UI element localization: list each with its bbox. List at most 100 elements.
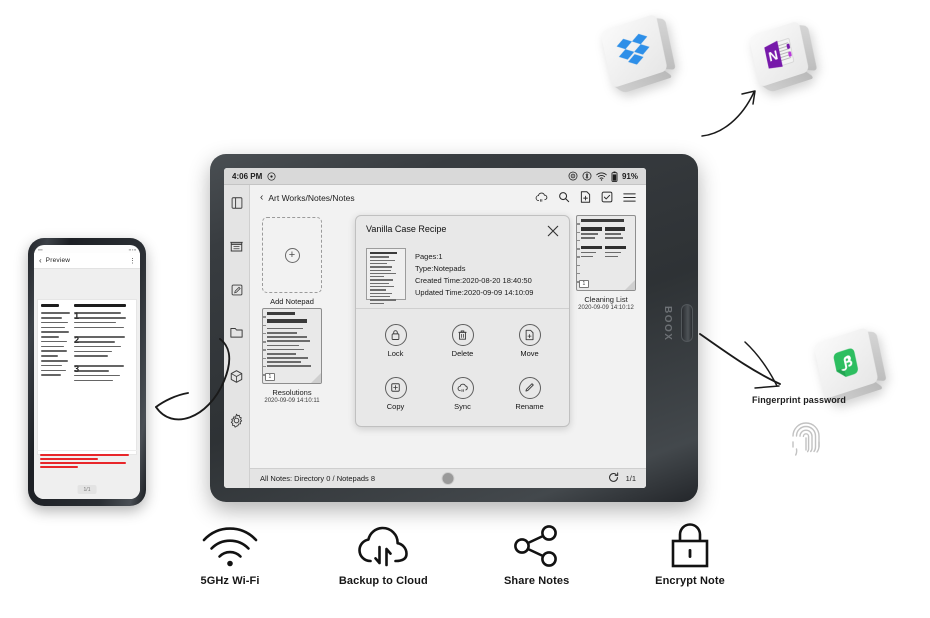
feature-label: Share Notes [504, 575, 570, 587]
phone-status-bar: ▪▪▪▪ ▪▪ ▪ ▪▪ [38, 246, 136, 252]
new-note-icon[interactable] [580, 191, 591, 205]
notes-grid: + Add Notepad 1 Resolutions 2020-09-09 1… [250, 211, 646, 468]
action-label: Move [520, 349, 539, 359]
share-icon [513, 524, 561, 568]
action-copy[interactable]: Copy [362, 368, 429, 421]
spiral-binding [577, 220, 580, 286]
action-delete[interactable]: Delete [429, 315, 496, 368]
close-icon[interactable] [547, 224, 559, 242]
phone-header-title: Preview [45, 257, 71, 264]
action-sync[interactable]: Sync [429, 368, 496, 421]
refresh-icon[interactable] [608, 472, 619, 485]
action-lock[interactable]: Lock [362, 315, 429, 368]
refresh-mode-icon[interactable] [568, 171, 578, 181]
tablet-sidebar [224, 185, 250, 488]
select-icon[interactable] [601, 191, 613, 205]
note-item-cleaning-list[interactable]: 1 Cleaning List 2020-09-09 14:10:12 [574, 215, 638, 311]
copy-icon [384, 376, 407, 399]
tablet-status-bar: 4:06 PM 91% [224, 168, 646, 185]
note-left-column [41, 304, 74, 450]
action-label: Delete [451, 349, 474, 359]
note-right-column: 1 2 [74, 304, 133, 450]
pencil-icon [518, 376, 541, 399]
dialog-actions: Lock Delete Move Copy Sync Rename [356, 315, 569, 426]
notes-browser: ‹ Art Works/Notes/Notes + Add Notepad 1 … [250, 185, 646, 488]
feature-row: 5GHz Wi-Fi Backup to Cloud Share Notes E… [160, 523, 760, 587]
action-move[interactable]: Move [496, 315, 563, 368]
wifi-icon[interactable] [596, 172, 607, 181]
onenote-cube[interactable]: N [748, 20, 818, 93]
action-label: Sync [454, 401, 471, 411]
feature-share: Share Notes [467, 524, 607, 587]
spiral-binding [263, 313, 266, 379]
chevron-left-icon[interactable]: ‹ [39, 256, 42, 265]
phone-note-preview: 1 2 [34, 269, 140, 499]
evernote-cube[interactable] [813, 326, 887, 404]
arrow-tablet-to-fingerprint [699, 333, 781, 389]
feature-label: 5GHz Wi-Fi [200, 575, 260, 587]
feature-label: Encrypt Note [655, 575, 725, 587]
meta-pages: Pages:1 [415, 251, 443, 261]
status-time: 4:06 PM [232, 171, 263, 181]
feature-backup: Backup to Cloud [313, 524, 453, 587]
lock-icon [669, 523, 711, 568]
sidebar-item-apps[interactable] [229, 369, 244, 389]
sidebar-item-store[interactable] [229, 239, 244, 259]
plus-icon: + [284, 247, 300, 263]
feature-label: Backup to Cloud [338, 575, 428, 587]
breadcrumb-path[interactable]: Art Works/Notes/Notes [268, 193, 354, 203]
footer-status: All Notes: Directory 0 / Notepads 8 [260, 474, 376, 483]
list-view-icon[interactable] [623, 192, 636, 205]
footer-page-indicator: 1/1 [625, 474, 636, 483]
tablet-footer: All Notes: Directory 0 / Notepads 8 1/1 [250, 468, 646, 488]
handwritten-note-page: 1 2 [37, 299, 137, 455]
action-label: Rename [515, 401, 544, 411]
note-date: 2020-09-09 14:10:11 [264, 398, 320, 404]
note-thumbnail[interactable]: 1 [262, 308, 322, 384]
sidebar-item-notes[interactable] [230, 283, 244, 302]
cloud-sync-icon [451, 376, 474, 399]
scene: ▪▪▪▪ ▪▪ ▪ ▪▪ ‹ Preview ⋮ 1/1 BOOX 4:06 P… [0, 0, 930, 618]
add-notepad-thumbnail[interactable]: + [262, 217, 322, 293]
bluetooth-icon[interactable] [582, 171, 592, 181]
page-count-badge: 1 [265, 373, 275, 381]
thumbnail-lines [370, 252, 402, 304]
dialog-note-thumbnail [366, 248, 406, 304]
phone-app-bar: ‹ Preview ⋮ [34, 253, 140, 269]
note-thumbnail[interactable]: 1 [576, 215, 636, 291]
meta-updated: Updated Time:2020-09-09 14:10:09 [415, 287, 534, 297]
lock-icon [384, 324, 407, 347]
fingerprint-icon [791, 418, 821, 463]
phone-device: ▪▪▪▪ ▪▪ ▪ ▪▪ ‹ Preview ⋮ 1/1 [28, 238, 146, 506]
note-annotations [37, 450, 137, 473]
meta-created: Created Time:2020-08-20 18:40:50 [415, 275, 532, 285]
sidebar-item-storage[interactable] [229, 326, 244, 345]
rotation-lock-icon [267, 172, 276, 181]
arrow-tablet-to-onenote [701, 90, 756, 137]
more-vertical-icon[interactable]: ⋮ [129, 257, 136, 265]
sidebar-item-settings[interactable] [229, 413, 244, 433]
action-label: Lock [387, 349, 404, 359]
sidebar-item-library[interactable] [230, 196, 244, 215]
home-button[interactable] [441, 472, 455, 485]
chevron-left-icon[interactable]: ‹ [260, 193, 263, 203]
action-label: Copy [386, 401, 405, 411]
dialog-header: Vanilla Case Recipe [356, 216, 569, 242]
power-button[interactable] [681, 304, 693, 342]
action-rename[interactable]: Rename [496, 368, 563, 421]
phone-page-indicator: 1/1 [77, 485, 97, 494]
note-label: Add Notepad [270, 297, 314, 306]
dropbox-cube[interactable] [600, 13, 676, 94]
dialog-metadata: Pages:1 Type:Notepads Created Time:2020-… [415, 248, 533, 300]
note-label: Cleaning List [584, 295, 628, 304]
search-icon[interactable] [558, 191, 570, 205]
divider [356, 308, 569, 309]
wifi-icon [200, 524, 260, 568]
feature-encrypt: Encrypt Note [620, 523, 760, 587]
tablet-screen: 4:06 PM 91% ‹ Art Works/Notes/Notes + Ad… [224, 168, 646, 488]
note-item-resolutions[interactable]: 1 Resolutions 2020-09-09 14:10:11 [260, 308, 324, 404]
breadcrumb-tools [535, 191, 636, 205]
cloud-sync-icon[interactable] [535, 192, 548, 205]
trash-icon [451, 324, 474, 347]
boox-brand-logo: BOOX [662, 306, 673, 342]
